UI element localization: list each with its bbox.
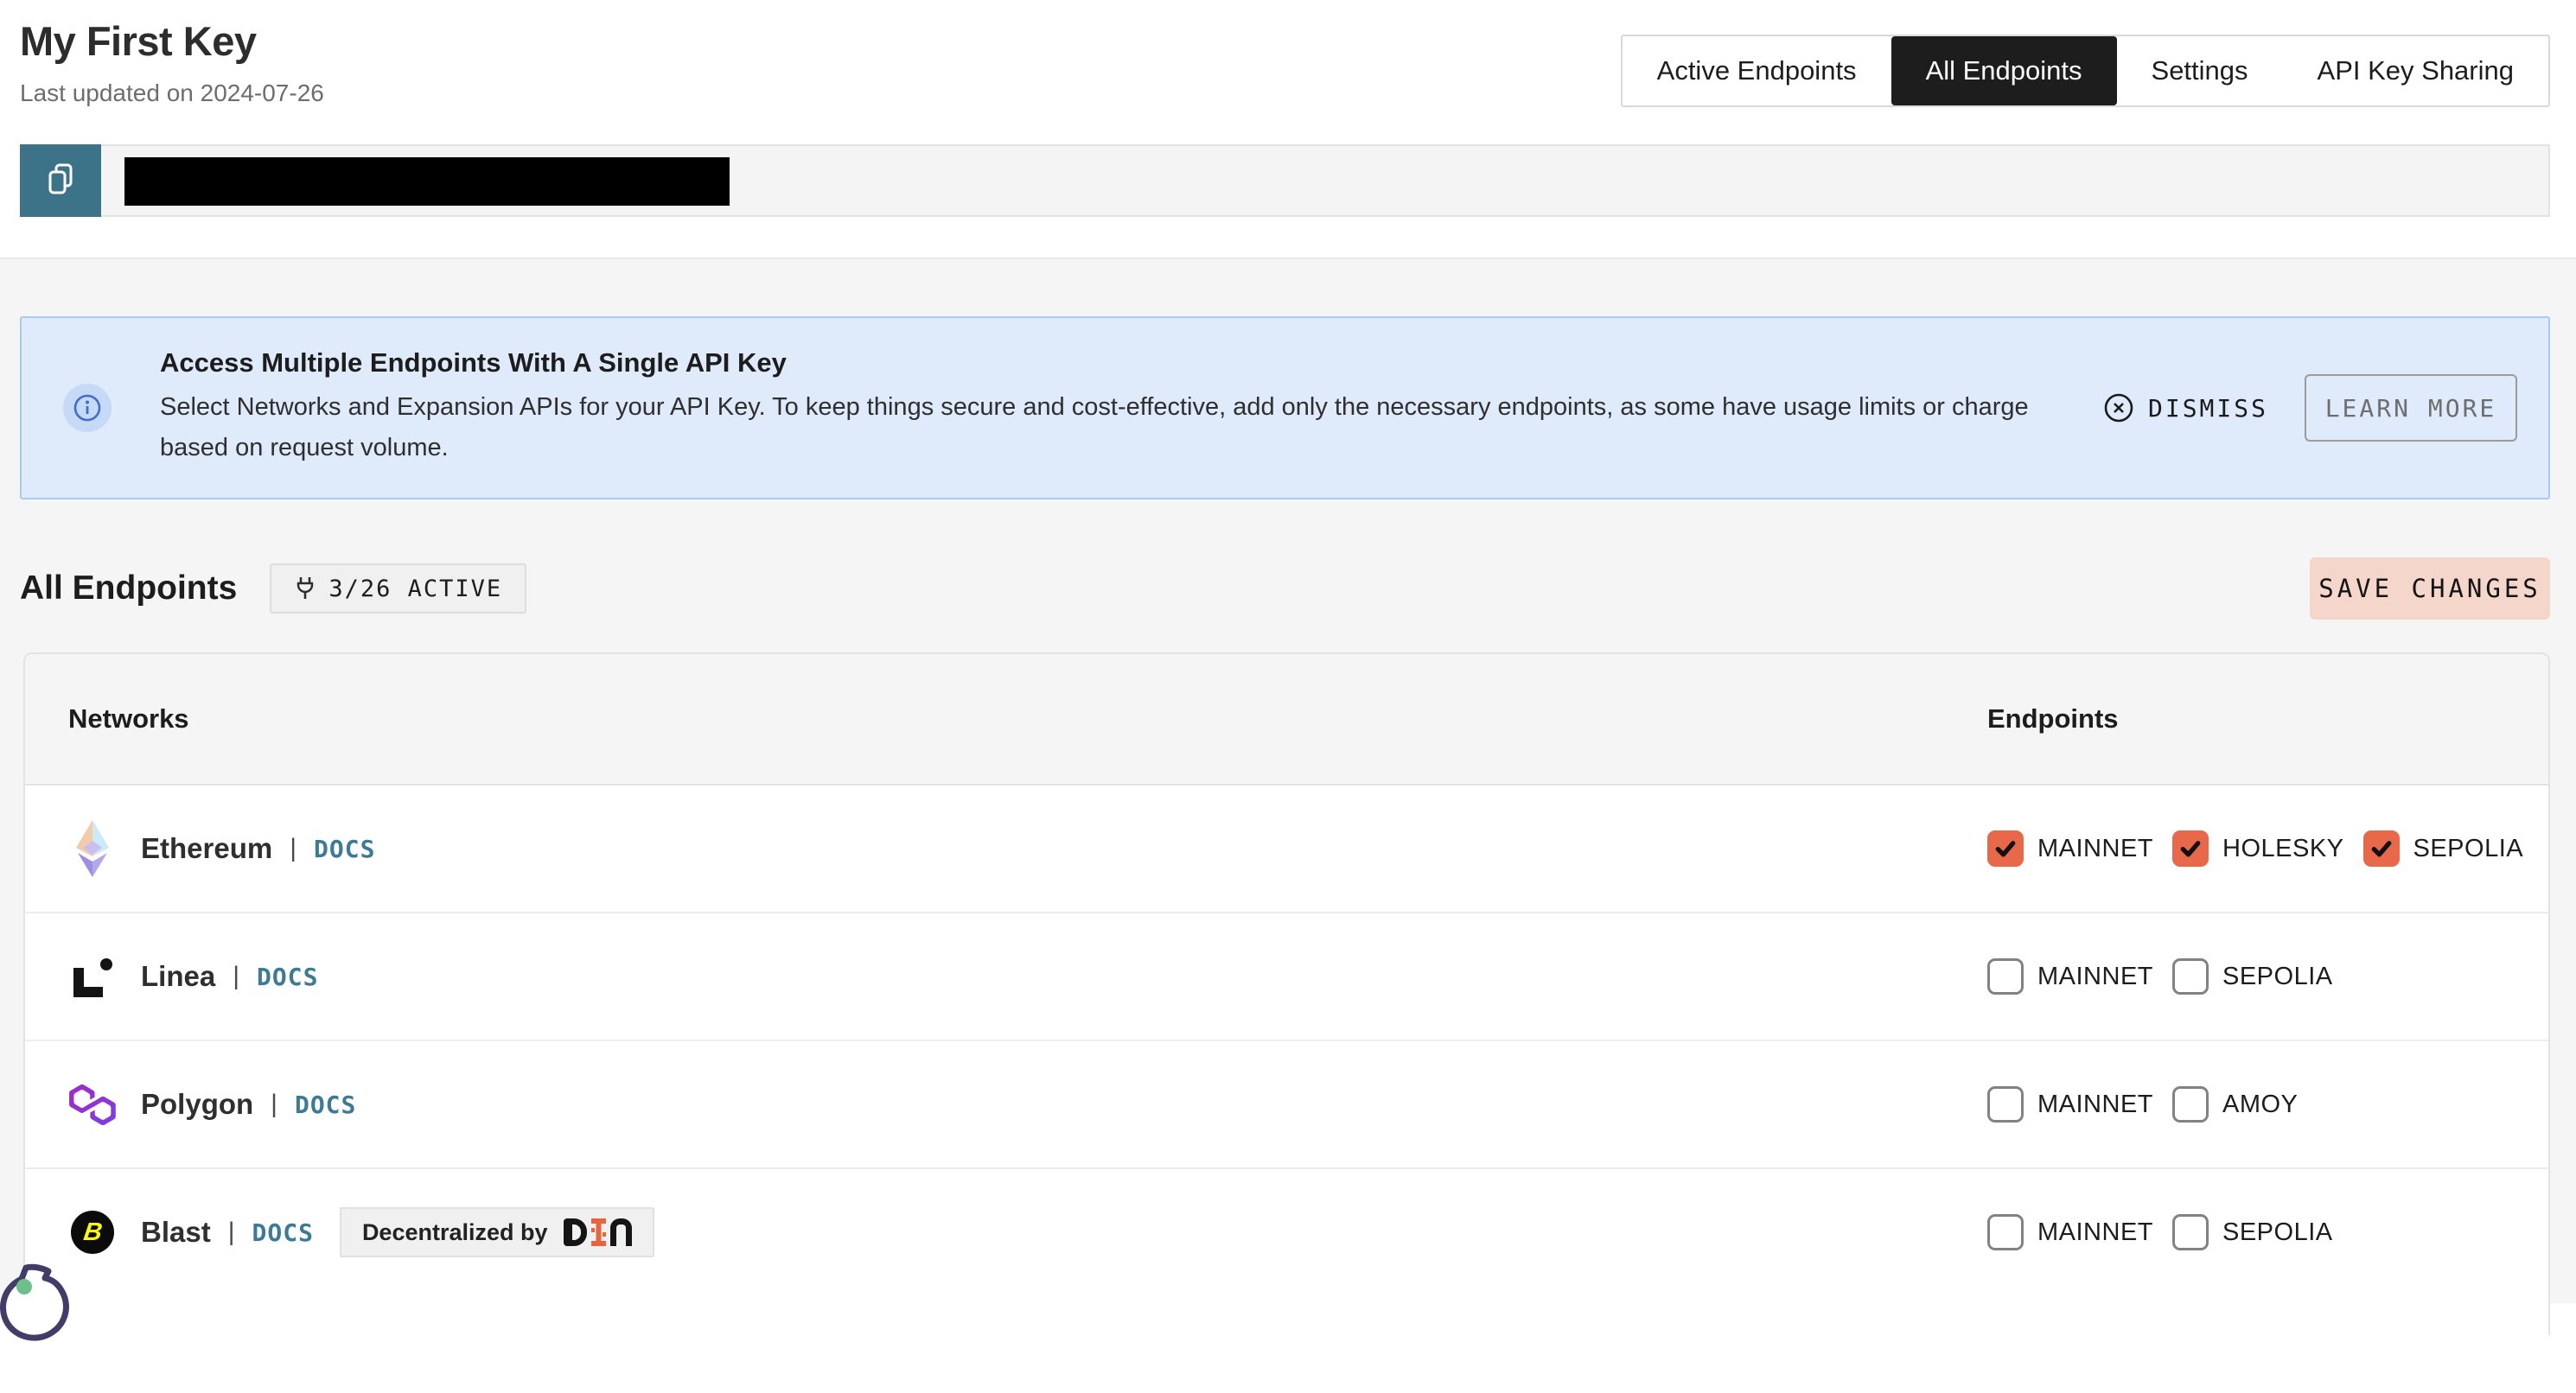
table-row-blast: B Blast | DOCS Decentralized by xyxy=(25,1169,2548,1295)
endpoints-table: Networks Endpoints Ethereum | DOCS xyxy=(23,652,2550,1335)
endpoints-cell: MAINNET HOLESKY SEPOLIA xyxy=(1987,786,2523,912)
checkbox[interactable] xyxy=(1987,830,2024,867)
endpoint-label: AMOY xyxy=(2222,1091,2298,1119)
table-row-polygon: Polygon | DOCS MAINNET AMOY xyxy=(25,1041,2548,1169)
docs-link[interactable]: DOCS xyxy=(314,835,375,863)
ethereum-icon xyxy=(68,818,117,879)
endpoint-label: MAINNET xyxy=(2037,835,2153,863)
tab-bar: Active Endpoints All Endpoints Settings … xyxy=(1621,35,2550,107)
endpoint-label: MAINNET xyxy=(2037,1218,2153,1247)
online-status-dot xyxy=(16,1279,32,1294)
network-cell: Polygon | DOCS xyxy=(68,1041,356,1167)
page-header: My First Key Last updated on 2024-07-26 … xyxy=(0,0,2576,258)
table-row-ethereum: Ethereum | DOCS MAINNET HOLESKY xyxy=(25,786,2548,913)
endpoint-label: SEPOLIA xyxy=(2413,835,2524,863)
banner-text: Access Multiple Endpoints With A Single … xyxy=(160,347,2070,468)
pipe-separator: | xyxy=(271,1090,277,1119)
endpoints-cell: MAINNET SEPOLIA xyxy=(1987,1169,2333,1295)
tab-active-endpoints[interactable]: Active Endpoints xyxy=(1623,36,1891,105)
endpoint-option-mainnet[interactable]: MAINNET xyxy=(1987,1086,2153,1123)
checkbox[interactable] xyxy=(2172,958,2209,995)
endpoints-cell: MAINNET AMOY xyxy=(1987,1041,2298,1167)
column-header-networks: Networks xyxy=(68,654,189,784)
endpoint-option-sepolia[interactable]: SEPOLIA xyxy=(2172,958,2333,995)
tab-api-key-sharing[interactable]: API Key Sharing xyxy=(2283,36,2548,105)
decentralized-by-din-badge: Decentralized by xyxy=(340,1207,654,1257)
endpoints-cell: MAINNET SEPOLIA xyxy=(1987,913,2333,1040)
endpoint-option-mainnet[interactable]: MAINNET xyxy=(1987,830,2153,867)
circle-x-icon xyxy=(2103,392,2134,423)
endpoint-option-sepolia[interactable]: SEPOLIA xyxy=(2363,830,2524,867)
checkbox[interactable] xyxy=(2172,1086,2209,1123)
network-cell: Ethereum | DOCS xyxy=(68,786,375,912)
active-count-badge: 3/26 ACTIVE xyxy=(270,563,526,614)
network-name: Ethereum xyxy=(141,832,272,865)
banner-title: Access Multiple Endpoints With A Single … xyxy=(160,347,2070,378)
endpoint-label: SEPOLIA xyxy=(2222,1218,2333,1247)
dismiss-button[interactable]: DISMISS xyxy=(2103,392,2268,423)
docs-link[interactable]: DOCS xyxy=(295,1091,356,1119)
banner-body: Select Networks and Expansion APIs for y… xyxy=(160,387,2070,468)
info-banner: Access Multiple Endpoints With A Single … xyxy=(20,316,2550,499)
page-subtitle: Last updated on 2024-07-26 xyxy=(20,80,324,107)
active-count-label: 3/26 ACTIVE xyxy=(328,576,502,602)
checkbox[interactable] xyxy=(2172,1214,2209,1250)
api-key-row xyxy=(20,144,2550,217)
table-header: Networks Endpoints xyxy=(25,654,2548,786)
api-key-redacted-value xyxy=(124,157,730,206)
badge-prefix: Decentralized by xyxy=(362,1219,548,1246)
info-icon xyxy=(63,384,112,432)
pipe-separator: | xyxy=(228,1218,235,1247)
docs-link[interactable]: DOCS xyxy=(257,963,318,991)
section-bar: All Endpoints 3/26 ACTIVE SAVE CHANGES xyxy=(20,557,2550,620)
checkbox[interactable] xyxy=(1987,958,2024,995)
linea-icon xyxy=(68,956,117,997)
pipe-separator: | xyxy=(290,834,296,863)
endpoint-option-sepolia[interactable]: SEPOLIA xyxy=(2172,1214,2333,1250)
checkbox[interactable] xyxy=(2363,830,2400,867)
endpoint-label: SEPOLIA xyxy=(2222,963,2333,991)
save-changes-button[interactable]: SAVE CHANGES xyxy=(2310,557,2550,620)
network-name: Blast xyxy=(141,1216,211,1249)
page-title: My First Key xyxy=(20,17,256,65)
dismiss-label: DISMISS xyxy=(2148,394,2268,423)
polygon-icon xyxy=(68,1085,117,1125)
endpoint-option-mainnet[interactable]: MAINNET xyxy=(1987,958,2153,995)
checkbox[interactable] xyxy=(2172,830,2209,867)
chat-widget-button[interactable] xyxy=(0,1250,114,1389)
endpoint-label: MAINNET xyxy=(2037,1091,2153,1119)
docs-link[interactable]: DOCS xyxy=(252,1218,314,1247)
endpoint-option-amoy[interactable]: AMOY xyxy=(2172,1086,2298,1123)
din-letter-i xyxy=(591,1218,606,1246)
section-title: All Endpoints xyxy=(20,569,237,607)
copy-api-key-button[interactable] xyxy=(20,144,101,217)
learn-more-button[interactable]: LEARN MORE xyxy=(2305,374,2517,442)
tab-all-endpoints[interactable]: All Endpoints xyxy=(1891,36,2117,105)
network-cell: B Blast | DOCS Decentralized by xyxy=(68,1169,654,1295)
network-name: Polygon xyxy=(141,1088,253,1121)
pipe-separator: | xyxy=(233,962,239,991)
blast-icon: B xyxy=(68,1211,117,1254)
column-header-endpoints: Endpoints xyxy=(1987,654,2119,784)
checkbox[interactable] xyxy=(1987,1086,2024,1123)
api-key-field xyxy=(101,144,2550,217)
endpoint-option-mainnet[interactable]: MAINNET xyxy=(1987,1214,2153,1250)
endpoint-label: HOLESKY xyxy=(2222,835,2344,863)
table-row-linea: Linea | DOCS MAINNET SEPOLIA xyxy=(25,913,2548,1041)
checkbox[interactable] xyxy=(1987,1214,2024,1250)
din-letter-d xyxy=(564,1218,587,1246)
page-body: Access Multiple Endpoints With A Single … xyxy=(0,258,2576,1303)
network-name: Linea xyxy=(141,960,215,993)
din-letter-n xyxy=(610,1218,632,1246)
tab-settings[interactable]: Settings xyxy=(2117,36,2283,105)
copy-icon xyxy=(45,162,76,200)
plug-icon xyxy=(294,576,316,601)
endpoint-label: MAINNET xyxy=(2037,963,2153,991)
endpoint-option-holesky[interactable]: HOLESKY xyxy=(2172,830,2344,867)
din-logo xyxy=(564,1218,632,1246)
network-cell: Linea | DOCS xyxy=(68,913,318,1040)
